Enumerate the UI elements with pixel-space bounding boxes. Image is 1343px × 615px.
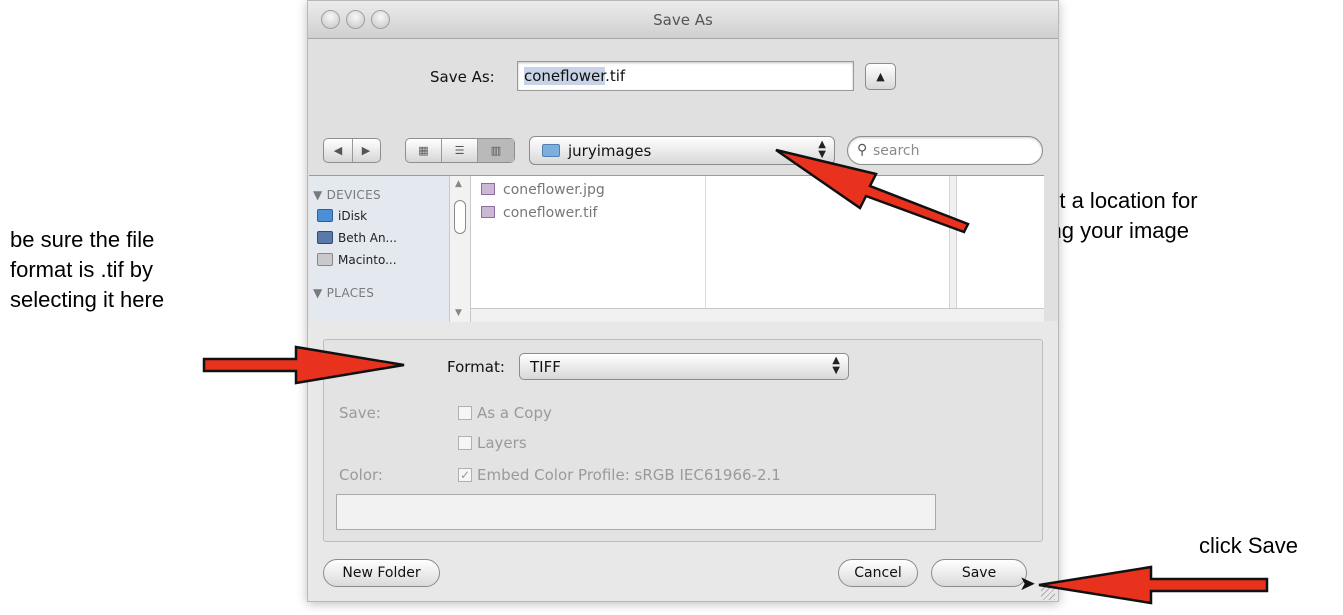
image-file-icon	[481, 183, 495, 195]
as-copy-checkbox[interactable]	[458, 406, 472, 420]
horizontal-scrollbar[interactable]	[471, 308, 1044, 322]
filename-field[interactable]: coneflower.tif	[517, 61, 854, 91]
sidebar-item-label: Macinto...	[338, 253, 397, 267]
computer-icon	[317, 231, 333, 244]
annotation-format: be sure the file format is .tif by selec…	[10, 225, 164, 315]
scroll-down-icon[interactable]: ▼	[455, 308, 462, 318]
sidebar: ▼ DEVICES iDisk Beth An... Macinto... ▼ …	[309, 176, 449, 322]
file-name: coneflower.tif	[503, 205, 598, 221]
scroll-thumb[interactable]	[454, 200, 466, 234]
save-button[interactable]: Save	[931, 559, 1027, 587]
updown-arrows-icon: ▲ ▼	[832, 355, 840, 376]
cancel-button[interactable]: Cancel	[838, 559, 918, 587]
file-item[interactable]: coneflower.jpg	[481, 182, 605, 198]
annotation-line: selecting it here	[10, 287, 165, 312]
sidebar-item-label: Beth An...	[338, 231, 397, 245]
save-as-dialog: Save As Save As: coneflower.tif ▲ ◀ ▶ ▦ ☰ ▥…	[307, 0, 1059, 602]
back-arrow-icon[interactable]: ◀	[325, 139, 353, 162]
embed-profile-label: Embed Color Profile: sRGB IEC61966-2.1	[477, 466, 781, 484]
layers-label: Layers	[477, 434, 527, 452]
hard-drive-icon	[317, 253, 333, 266]
sidebar-item-label: iDisk	[338, 209, 368, 223]
format-label: Format:	[447, 358, 505, 376]
icon-view-icon[interactable]: ▦	[406, 139, 442, 162]
column-divider[interactable]	[705, 176, 706, 308]
as-copy-label: As a Copy	[477, 404, 552, 422]
arrow-to-format	[202, 345, 405, 385]
format-options-panel: Format: TIFF ▲ ▼ Save: As a Copy Layers C…	[323, 339, 1043, 542]
sidebar-item-computer[interactable]: Beth An...	[317, 231, 397, 245]
arrow-shape	[1038, 565, 1269, 605]
forward-arrow-icon[interactable]: ▶	[353, 139, 380, 162]
idisk-icon	[317, 209, 333, 222]
arrow-shape	[775, 148, 970, 234]
arrow-to-save	[1038, 565, 1269, 605]
scroll-up-icon[interactable]: ▲	[455, 179, 462, 189]
new-folder-button[interactable]: New Folder	[323, 559, 440, 587]
arrow-to-location	[775, 148, 970, 234]
sidebar-item-idisk[interactable]: iDisk	[317, 209, 367, 223]
annotation-line: be sure the file	[10, 227, 155, 252]
embed-profile-checkbox[interactable]: ✓	[458, 468, 472, 482]
info-box	[336, 494, 936, 530]
layers-checkbox[interactable]	[458, 436, 472, 450]
folder-icon	[542, 144, 560, 157]
filename-selection: coneflower	[524, 67, 606, 85]
sidebar-item-macintosh-hd[interactable]: Macinto...	[317, 253, 397, 267]
file-name: coneflower.jpg	[503, 182, 605, 198]
save-as-label: Save As:	[430, 68, 495, 86]
list-view-icon[interactable]: ☰	[442, 139, 478, 162]
color-options-label: Color:	[339, 466, 383, 484]
file-item[interactable]: coneflower.tif	[481, 205, 597, 221]
filename-extension: .tif	[605, 67, 626, 85]
back-forward-buttons[interactable]: ◀ ▶	[323, 138, 381, 163]
title-bar: Save As	[308, 1, 1058, 39]
sidebar-header-devices[interactable]: ▼ DEVICES	[313, 188, 381, 202]
format-popup[interactable]: TIFF ▲ ▼	[519, 353, 849, 380]
file-column: coneflower.jpg coneflower.tif	[471, 176, 711, 308]
sidebar-header-places[interactable]: ▼ PLACES	[313, 286, 374, 300]
location-name: juryimages	[568, 142, 652, 160]
mouse-pointer-icon: ➤	[1019, 573, 1036, 595]
annotation-line: format is .tif by	[10, 257, 154, 282]
sidebar-scrollbar[interactable]: ▲ ▼	[449, 176, 471, 322]
save-options-label: Save:	[339, 404, 381, 422]
arrow-shape	[202, 345, 405, 385]
view-mode-buttons[interactable]: ▦ ☰ ▥	[405, 138, 515, 163]
image-file-icon	[481, 206, 495, 218]
column-view-icon[interactable]: ▥	[478, 139, 514, 162]
collapse-toggle-button[interactable]: ▲	[865, 63, 896, 90]
annotation-save: click Save	[1199, 533, 1299, 558]
format-value: TIFF	[530, 358, 561, 376]
window-title: Save As	[653, 11, 713, 29]
